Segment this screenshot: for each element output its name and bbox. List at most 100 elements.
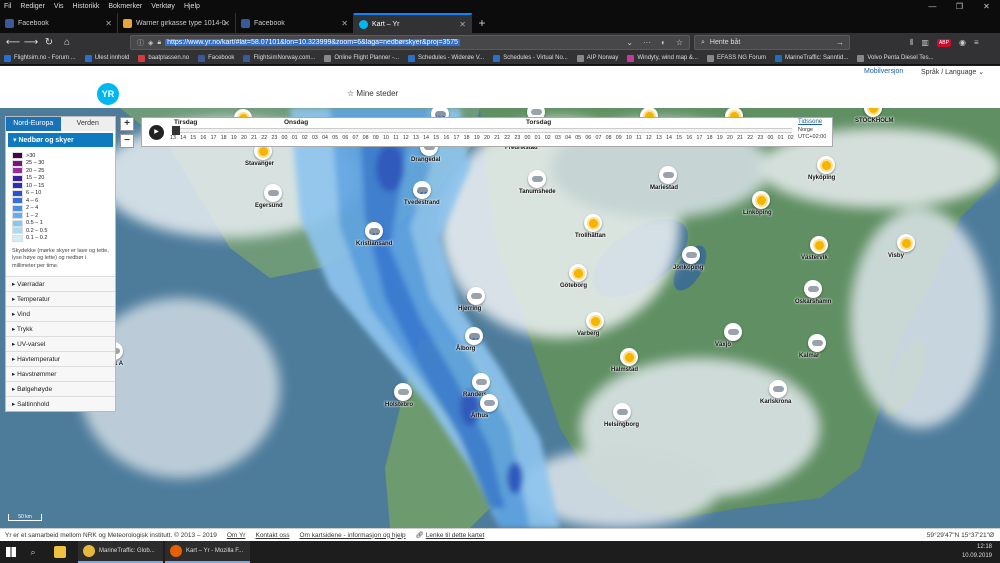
city-label[interactable]: Trollhättan <box>575 233 606 239</box>
zoom-in-button[interactable]: + <box>120 117 134 131</box>
hour-tick[interactable]: 01 <box>535 135 541 141</box>
hour-tick[interactable]: 07 <box>596 135 602 141</box>
hour-tick[interactable]: 22 <box>504 135 510 141</box>
hour-tick[interactable]: 10 <box>626 135 632 141</box>
kontakt-link[interactable]: Kontakt oss <box>255 532 289 539</box>
browser-tab[interactable]: Warner girkasse type 1014-003 ✕ <box>118 13 236 33</box>
om-kart-link[interactable]: Om kartsidene - informasjon og hjelp <box>299 532 405 539</box>
weather-pin[interactable] <box>365 222 383 240</box>
bookmark-star-icon[interactable]: ☆ <box>676 38 683 47</box>
hour-tick[interactable]: 07 <box>353 135 359 141</box>
bookmark-item[interactable]: Flightsim.no - Forum ... <box>4 54 76 62</box>
hour-tick[interactable]: 16 <box>686 135 692 141</box>
hour-tick[interactable]: 17 <box>454 135 460 141</box>
taskbar-folder-icon[interactable] <box>44 546 76 558</box>
city-label[interactable]: Holstebro <box>385 402 413 408</box>
hour-tick[interactable]: 21 <box>494 135 500 141</box>
search-go-icon[interactable]: → <box>836 38 844 47</box>
city-label[interactable]: Tvedestrand <box>404 200 440 206</box>
mobilversjon-link[interactable]: Mobilversjon <box>864 68 903 75</box>
dropdown-icon[interactable]: ⌄ <box>626 38 633 47</box>
home-icon[interactable]: ⌂ <box>58 37 76 48</box>
weather-pin[interactable] <box>467 287 485 305</box>
taskbar-search-icon[interactable]: ⌕ <box>22 547 44 558</box>
hour-tick[interactable]: 19 <box>231 135 237 141</box>
minimize-icon[interactable]: — <box>919 0 946 13</box>
weather-pin[interactable] <box>810 236 828 254</box>
city-label[interactable]: Drangedal <box>411 157 440 163</box>
hour-tick[interactable]: 14 <box>180 135 186 141</box>
layer-item-7[interactable]: ▸ Bølgehøyde <box>6 381 115 397</box>
city-label[interactable]: Kalmar <box>799 353 819 359</box>
bookmark-item[interactable]: EFASS NG Forum <box>706 54 766 62</box>
hour-tick[interactable]: 15 <box>190 135 196 141</box>
browser-tab[interactable]: Kart – Yr ✕ <box>354 13 472 33</box>
play-button[interactable]: ▶ <box>149 125 164 140</box>
city-label[interactable]: Karlskrona <box>760 399 791 405</box>
hour-tick[interactable]: 00 <box>525 135 531 141</box>
timeline-handle[interactable] <box>172 126 180 135</box>
weather-pin[interactable] <box>817 156 835 174</box>
hour-tick[interactable]: 18 <box>464 135 470 141</box>
bookmark-item[interactable]: Ulest innhold <box>84 54 129 62</box>
hour-tick[interactable]: 20 <box>727 135 733 141</box>
city-label[interactable]: Tanumshede <box>519 189 556 195</box>
weather-pin[interactable] <box>394 383 412 401</box>
weather-pin[interactable] <box>480 394 498 412</box>
layer-item-3[interactable]: ▸ Trykk <box>6 321 115 337</box>
layer-item-4[interactable]: ▸ UV-varsel <box>6 336 115 352</box>
hour-tick[interactable]: 15 <box>676 135 682 141</box>
hour-tick[interactable]: 16 <box>200 135 206 141</box>
bookmark-item[interactable]: Schedules - Widerøe V... <box>408 54 484 62</box>
hour-tick[interactable]: 09 <box>616 135 622 141</box>
hour-tick[interactable]: 06 <box>585 135 591 141</box>
timeline-track[interactable] <box>172 128 792 133</box>
tidssone-link[interactable]: Tidssone <box>798 119 822 125</box>
bookmark-item[interactable]: Volvo Penta Diesel Tes... <box>857 54 934 62</box>
hour-tick[interactable]: 15 <box>433 135 439 141</box>
hour-tick[interactable]: 01 <box>778 135 784 141</box>
close-tab-icon[interactable]: ✕ <box>223 19 230 28</box>
city-label[interactable]: Ålborg <box>456 346 475 352</box>
city-label[interactable]: STOCKHOLM <box>855 118 894 124</box>
city-label[interactable]: Jönköping <box>673 265 703 271</box>
weather-pin[interactable] <box>586 312 604 330</box>
weather-pin[interactable] <box>897 234 915 252</box>
weather-pin[interactable] <box>620 348 638 366</box>
sidebar-icon[interactable]: ▥ <box>921 38 929 47</box>
info-icon[interactable]: ⓘ <box>137 38 144 48</box>
weather-pin[interactable] <box>613 403 631 421</box>
section-nedbor-og-skyer[interactable]: ▾ Nedbør og skyer <box>8 133 113 147</box>
page-actions-icon[interactable]: ··· <box>643 38 651 47</box>
city-label[interactable]: Göteborg <box>560 283 587 289</box>
close-tab-icon[interactable]: ✕ <box>459 20 466 29</box>
hour-tick[interactable]: 13 <box>656 135 662 141</box>
hour-tick[interactable]: 03 <box>555 135 561 141</box>
hour-tick[interactable]: 14 <box>666 135 672 141</box>
hour-tick[interactable]: 18 <box>221 135 227 141</box>
close-tab-icon[interactable]: ✕ <box>105 19 112 28</box>
menu-item-bokmerker[interactable]: Bokmerker <box>108 3 142 10</box>
weather-pin[interactable] <box>724 323 742 341</box>
hour-tick[interactable]: 11 <box>636 135 642 141</box>
bookmark-item[interactable]: AIP Norway <box>576 54 618 62</box>
hour-tick[interactable]: 03 <box>312 135 318 141</box>
hour-tick[interactable]: 12 <box>646 135 652 141</box>
new-tab-icon[interactable]: + <box>472 13 492 33</box>
hour-tick[interactable]: 02 <box>545 135 551 141</box>
lock-icon[interactable]: 🔒︎ <box>157 39 161 47</box>
weather-pin[interactable] <box>465 327 483 345</box>
bookmark-item[interactable]: baatplassen.no <box>138 54 189 62</box>
browser-tab[interactable]: Facebook ✕ <box>236 13 354 33</box>
bookmark-item[interactable]: Schedules - Virtual No... <box>493 54 568 62</box>
hour-tick[interactable]: 22 <box>261 135 267 141</box>
bookmark-item[interactable]: Online Flight Planner -... <box>324 54 399 62</box>
hour-tick[interactable]: 10 <box>383 135 389 141</box>
hour-tick[interactable]: 23 <box>514 135 520 141</box>
weather-pin[interactable] <box>472 373 490 391</box>
weather-pin[interactable] <box>808 334 826 352</box>
menu-icon[interactable]: ≡ <box>974 38 979 47</box>
menu-item-vis[interactable]: Vis <box>54 3 64 10</box>
hour-tick[interactable]: 09 <box>373 135 379 141</box>
hour-tick[interactable]: 19 <box>717 135 723 141</box>
